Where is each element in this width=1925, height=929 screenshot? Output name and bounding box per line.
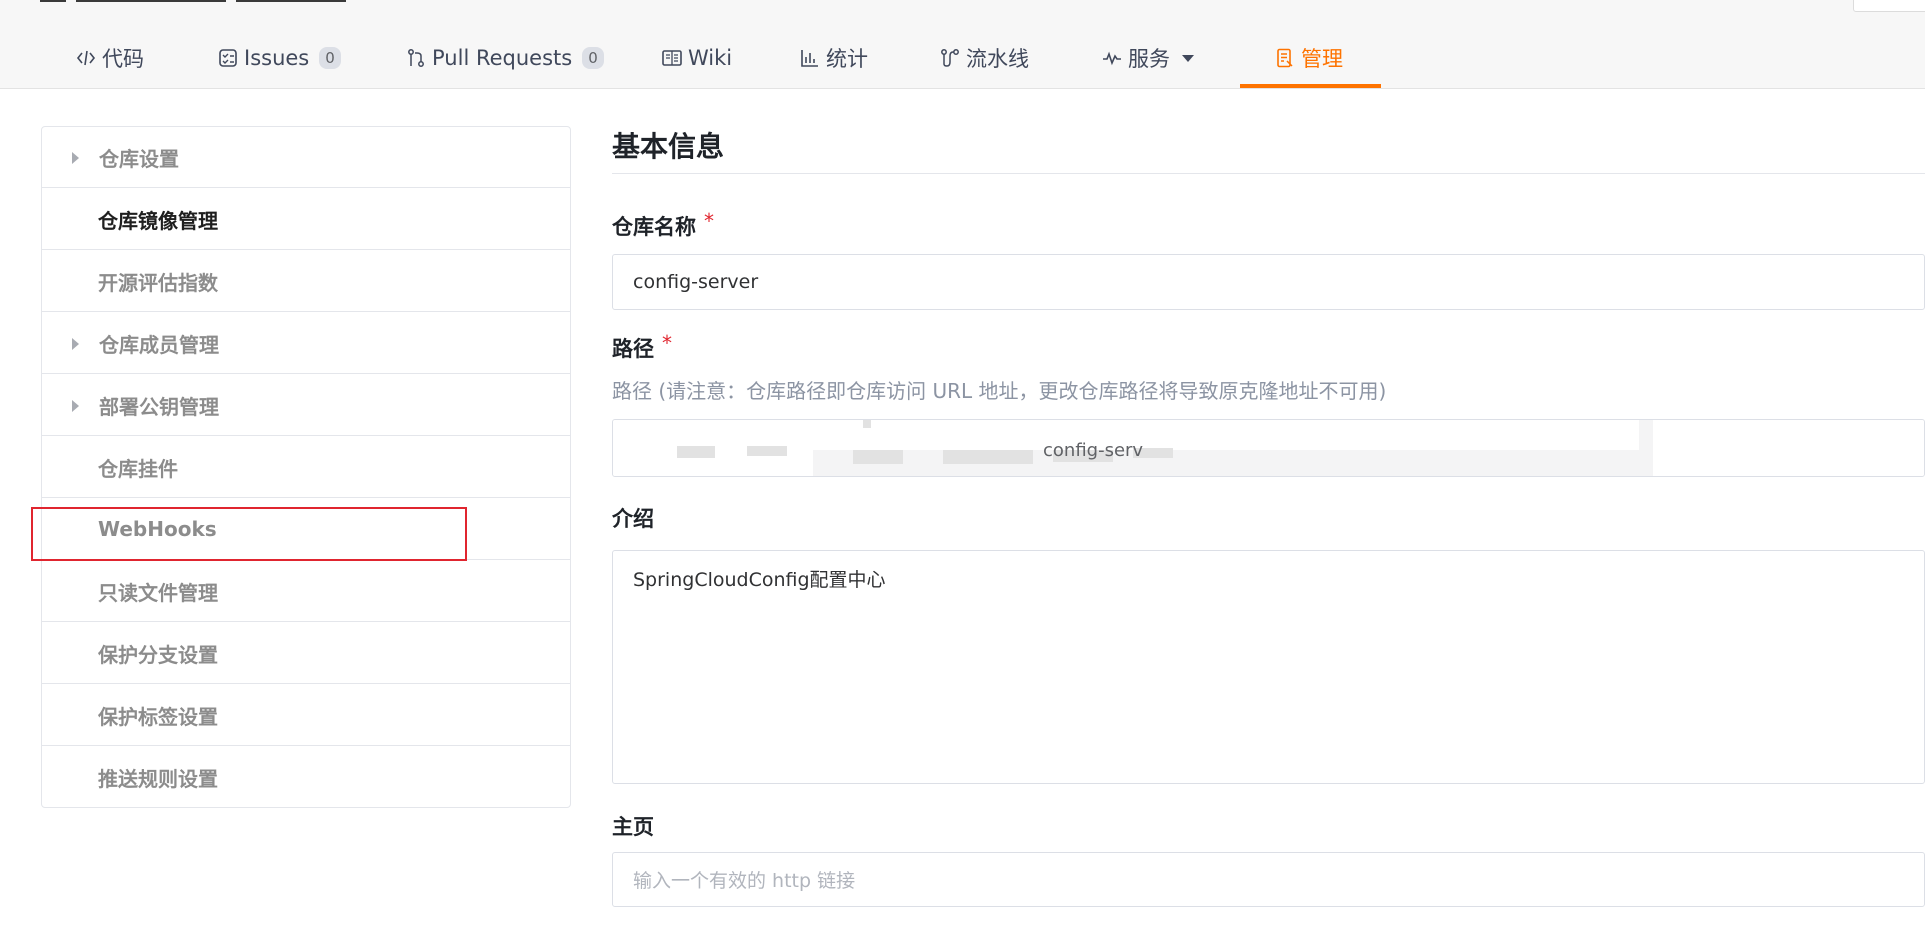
sidebar-item-mirror-management[interactable]: 仓库镜像管理: [42, 189, 570, 250]
tab-pull-requests[interactable]: Pull Requests 0: [406, 38, 604, 78]
repo-name-value: config-server: [633, 271, 759, 293]
section-title: 基本信息: [612, 130, 725, 163]
sidebar-item-label: 仓库挂件: [98, 456, 178, 481]
homepage-input[interactable]: 输入一个有效的 http 链接: [612, 852, 1925, 907]
tab-manage[interactable]: 管理: [1275, 38, 1343, 78]
repo-path-input[interactable]: config-serv: [612, 419, 1925, 477]
required-mark: *: [662, 331, 672, 355]
tab-label: 统计: [826, 47, 868, 71]
pull-requests-count-badge: 0: [582, 47, 604, 69]
description-textarea[interactable]: SpringCloudConfig配置中心: [612, 550, 1925, 784]
sidebar-item-label: 仓库设置: [99, 146, 179, 171]
tab-pipeline[interactable]: 流水线: [940, 38, 1029, 78]
tab-label: 代码: [102, 47, 144, 71]
header-action-button-cropped[interactable]: [1853, 0, 1925, 12]
tab-label: Wiki: [688, 46, 733, 70]
sidebar-item-widgets[interactable]: 仓库挂件: [42, 437, 570, 498]
sidebar-item-label: 仓库镜像管理: [98, 208, 218, 233]
sidebar-item-repo-settings[interactable]: 仓库设置: [42, 127, 570, 188]
sidebar-item-webhooks[interactable]: WebHooks: [42, 499, 570, 560]
repo-title-cropped: [40, 0, 460, 2]
tab-service[interactable]: 服务: [1102, 38, 1194, 78]
tab-code[interactable]: 代码: [76, 38, 144, 78]
required-mark: *: [704, 209, 714, 233]
tab-label: 流水线: [966, 47, 1029, 71]
issues-icon: [218, 48, 238, 68]
repo-name-label: 仓库名称 *: [612, 209, 714, 241]
repo-path-label-text: 路径: [612, 337, 654, 361]
repo-header: 代码 Issues 0 Pull Requests 0 Wiki 统计 流水线 …: [0, 0, 1925, 89]
homepage-placeholder: 输入一个有效的 http 链接: [633, 870, 856, 892]
tab-label: 管理: [1301, 47, 1343, 71]
sidebar-item-label: 保护分支设置: [98, 642, 218, 667]
sidebar-item-protected-branches[interactable]: 保护分支设置: [42, 623, 570, 684]
stats-icon: [800, 48, 820, 68]
caret-right-icon: [72, 338, 79, 350]
repo-path-label: 路径 *: [612, 331, 672, 363]
pull-request-icon: [406, 48, 426, 68]
tab-label: 服务: [1128, 47, 1170, 71]
pipeline-icon: [940, 48, 960, 68]
repo-name-input[interactable]: config-server: [612, 254, 1925, 310]
manage-icon: [1275, 48, 1295, 68]
description-label: 介绍: [612, 507, 654, 531]
settings-sidebar: 仓库设置 仓库镜像管理 开源评估指数 仓库成员管理 部署公钥管理 仓库挂件 We…: [41, 126, 571, 808]
caret-right-icon: [72, 152, 79, 164]
active-tab-indicator: [1240, 84, 1381, 88]
tab-label: Pull Requests: [432, 46, 573, 70]
sidebar-item-push-rules[interactable]: 推送规则设置: [42, 747, 570, 808]
code-icon: [76, 48, 96, 68]
issues-count-badge: 0: [319, 47, 341, 69]
sidebar-item-label: 开源评估指数: [98, 270, 218, 295]
sidebar-item-readonly-files[interactable]: 只读文件管理: [42, 561, 570, 622]
sidebar-item-label: 部署公钥管理: [99, 394, 219, 419]
sidebar-item-label: WebHooks: [98, 517, 217, 541]
caret-right-icon: [72, 400, 79, 412]
repo-name-label-text: 仓库名称: [612, 215, 696, 239]
sidebar-item-protected-tags[interactable]: 保护标签设置: [42, 685, 570, 746]
description-value: SpringCloudConfig配置中心: [633, 569, 886, 591]
section-divider: [612, 173, 1925, 174]
repo-path-partial-value: config-serv: [1043, 440, 1144, 461]
chevron-down-icon: [1182, 54, 1194, 62]
homepage-label: 主页: [612, 815, 654, 839]
sidebar-item-open-source-index[interactable]: 开源评估指数: [42, 251, 570, 312]
sidebar-item-deploy-keys[interactable]: 部署公钥管理: [42, 375, 570, 436]
sidebar-item-label: 保护标签设置: [98, 704, 218, 729]
sidebar-item-label: 只读文件管理: [98, 580, 218, 605]
sidebar-item-label: 仓库成员管理: [99, 332, 219, 357]
wiki-icon: [662, 48, 682, 68]
tab-stats[interactable]: 统计: [800, 38, 868, 78]
sidebar-item-members[interactable]: 仓库成员管理: [42, 313, 570, 374]
tab-label: Issues: [244, 46, 310, 70]
repo-path-hint: 路径 (请注意：仓库路径即仓库访问 URL 地址，更改仓库路径将导致原克隆地址不…: [612, 379, 1387, 403]
tab-wiki[interactable]: Wiki: [662, 38, 732, 78]
service-icon: [1102, 48, 1122, 68]
sidebar-item-label: 推送规则设置: [98, 767, 218, 791]
tab-issues[interactable]: Issues 0: [218, 38, 341, 78]
